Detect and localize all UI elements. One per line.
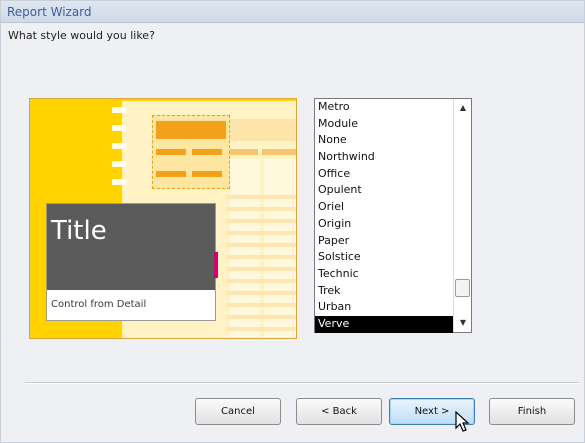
- preview-row: [226, 219, 296, 223]
- style-list-item[interactable]: Trek: [315, 283, 453, 300]
- preview-field: [192, 171, 222, 177]
- style-list-item[interactable]: Oriel: [315, 199, 453, 216]
- perforation: [112, 143, 126, 149]
- preview-title-card: Title Control from Detail: [46, 203, 218, 321]
- preview-row: [226, 243, 296, 247]
- preview-row: [226, 231, 296, 235]
- preview-row: [226, 255, 296, 259]
- perforation: [112, 161, 126, 167]
- footer-separator: [25, 382, 579, 384]
- style-list-item[interactable]: Module: [315, 116, 453, 133]
- finish-button[interactable]: Finish: [489, 398, 575, 425]
- preview-row: [226, 279, 296, 283]
- style-list-item[interactable]: Opulent: [315, 182, 453, 199]
- perforation: [112, 125, 126, 131]
- preview-control-text: Control from Detail: [51, 299, 147, 310]
- back-button[interactable]: < Back: [296, 398, 382, 425]
- preview-field: [156, 149, 186, 155]
- style-list-scrollbar[interactable]: ▲ ▼: [453, 99, 471, 332]
- preview-row: [226, 315, 296, 319]
- style-list-item[interactable]: Northwind: [315, 149, 453, 166]
- preview-header-bar: [156, 121, 226, 139]
- preview-row: [226, 267, 296, 271]
- style-list-items: Metro Module None Northwind Office Opulent Ori…: [315, 99, 453, 333]
- preview-row: [226, 303, 296, 307]
- style-list-item[interactable]: Metro: [315, 99, 453, 116]
- scroll-down-arrow-icon[interactable]: ▼: [456, 316, 470, 330]
- style-list-item[interactable]: Verve: [315, 315, 453, 333]
- preview-column: [264, 159, 296, 337]
- scroll-up-arrow-icon[interactable]: ▲: [456, 101, 470, 115]
- preview-row: [226, 195, 296, 199]
- preview-title-text: Title: [51, 216, 107, 246]
- style-list-item[interactable]: Technic: [315, 266, 453, 283]
- style-list-item[interactable]: Paper: [315, 233, 453, 250]
- preview-header-strip: [230, 119, 296, 141]
- preview-field: [156, 171, 186, 177]
- mouse-pointer-icon: [455, 411, 470, 432]
- preview-field: [230, 149, 258, 155]
- cancel-button[interactable]: Cancel: [195, 398, 281, 425]
- style-list-item[interactable]: Urban: [315, 299, 453, 316]
- preview-field: [192, 149, 222, 155]
- style-list-item[interactable]: Solstice: [315, 249, 453, 266]
- style-listbox[interactable]: Metro Module None Northwind Office Opulent Ori…: [314, 98, 472, 333]
- style-prompt: What style would you like?: [8, 29, 155, 42]
- style-preview: Title Control from Detail: [29, 98, 297, 339]
- preview-accent-edge: [214, 252, 218, 278]
- window-title: Report Wizard: [7, 5, 92, 19]
- preview-row: [226, 327, 296, 331]
- perforation: [112, 179, 126, 185]
- report-wizard-dialog: Report Wizard What style would you like?: [0, 0, 585, 443]
- preview-field: [262, 149, 296, 155]
- style-list-item[interactable]: Office: [315, 166, 453, 183]
- preview-title-banner: Title: [47, 204, 215, 290]
- scrollbar-thumb[interactable]: [455, 279, 470, 297]
- preview-row: [226, 291, 296, 295]
- title-bar: Report Wizard: [1, 1, 584, 23]
- style-list-item[interactable]: None: [315, 132, 453, 149]
- perforation: [112, 107, 126, 113]
- preview-column: [230, 159, 260, 337]
- style-list-item[interactable]: Origin: [315, 216, 453, 233]
- preview-row: [226, 207, 296, 211]
